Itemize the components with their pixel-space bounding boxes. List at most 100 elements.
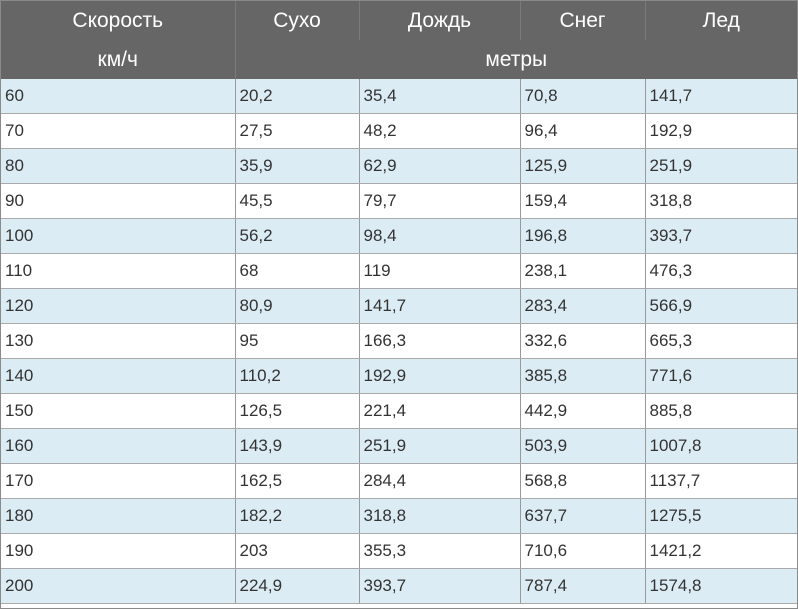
header-rain: Дождь <box>359 1 521 40</box>
speed-cell: 200 <box>1 568 236 604</box>
speed-cell: 160 <box>1 428 236 464</box>
snow-cell: 332,6 <box>520 323 646 359</box>
table-row: 150 126,5 221,4 442,9 885,8 <box>1 393 797 429</box>
dry-cell: 126,5 <box>235 393 360 429</box>
table-row: 140 110,2 192,9 385,8 771,6 <box>1 358 797 394</box>
speed-cell: 90 <box>1 183 236 219</box>
rain-cell: 393,7 <box>359 568 521 604</box>
speed-cell: 100 <box>1 218 236 254</box>
snow-cell: 238,1 <box>520 253 646 289</box>
dry-cell: 224,9 <box>235 568 360 604</box>
ice-cell: 476,3 <box>645 253 797 289</box>
rain-cell: 35,4 <box>359 79 521 114</box>
table-row: 100 56,2 98,4 196,8 393,7 <box>1 218 797 254</box>
snow-cell: 96,4 <box>520 113 646 149</box>
header-ice: Лед <box>645 1 797 40</box>
ice-cell: 1275,5 <box>645 498 797 534</box>
dry-cell: 203 <box>235 533 360 569</box>
snow-cell: 283,4 <box>520 288 646 324</box>
dry-cell: 56,2 <box>235 218 360 254</box>
rain-cell: 62,9 <box>359 148 521 184</box>
rain-cell: 141,7 <box>359 288 521 324</box>
ice-cell: 1007,8 <box>645 428 797 464</box>
dry-cell: 45,5 <box>235 183 360 219</box>
speed-cell: 190 <box>1 533 236 569</box>
ice-cell: 251,9 <box>645 148 797 184</box>
rain-cell: 48,2 <box>359 113 521 149</box>
ice-cell: 1421,2 <box>645 533 797 569</box>
rain-cell: 79,7 <box>359 183 521 219</box>
table-row: 90 45,5 79,7 159,4 318,8 <box>1 183 797 219</box>
speed-cell: 150 <box>1 393 236 429</box>
snow-cell: 568,8 <box>520 463 646 499</box>
braking-distance-table-container: Скорость Сухо Дождь Снег Лед км/ч метры … <box>0 0 798 609</box>
snow-cell: 710,6 <box>520 533 646 569</box>
speed-cell: 130 <box>1 323 236 359</box>
header-unit-speed: км/ч <box>1 40 236 79</box>
table-row: 60 20,2 35,4 70,8 141,7 <box>1 79 797 114</box>
table-row: 200 224,9 393,7 787,4 1574,8 <box>1 568 797 604</box>
speed-cell: 140 <box>1 358 236 394</box>
header-snow: Снег <box>520 1 646 40</box>
snow-cell: 70,8 <box>520 79 646 114</box>
table-body: 60 20,2 35,4 70,8 141,7 70 27,5 48,2 96,4 192,9 80… <box>1 79 797 604</box>
table-row: 110 68 119 238,1 476,3 <box>1 253 797 289</box>
dry-cell: 68 <box>235 253 360 289</box>
snow-cell: 159,4 <box>520 183 646 219</box>
header-row-titles: Скорость Сухо Дождь Снег Лед <box>1 1 797 40</box>
rain-cell: 98,4 <box>359 218 521 254</box>
rain-cell: 284,4 <box>359 463 521 499</box>
header-row-units: км/ч метры <box>1 40 797 79</box>
ice-cell: 885,8 <box>645 393 797 429</box>
dry-cell: 162,5 <box>235 463 360 499</box>
ice-cell: 192,9 <box>645 113 797 149</box>
speed-cell: 80 <box>1 148 236 184</box>
table-row: 80 35,9 62,9 125,9 251,9 <box>1 148 797 184</box>
ice-cell: 141,7 <box>645 79 797 114</box>
header-unit-distance: метры <box>235 40 797 79</box>
snow-cell: 385,8 <box>520 358 646 394</box>
table-row: 160 143,9 251,9 503,9 1007,8 <box>1 428 797 464</box>
header-dry: Сухо <box>235 1 360 40</box>
ice-cell: 393,7 <box>645 218 797 254</box>
ice-cell: 1137,7 <box>645 463 797 499</box>
table-row: 120 80,9 141,7 283,4 566,9 <box>1 288 797 324</box>
rain-cell: 318,8 <box>359 498 521 534</box>
speed-cell: 120 <box>1 288 236 324</box>
dry-cell: 182,2 <box>235 498 360 534</box>
table-row: 170 162,5 284,4 568,8 1137,7 <box>1 463 797 499</box>
ice-cell: 665,3 <box>645 323 797 359</box>
snow-cell: 442,9 <box>520 393 646 429</box>
speed-cell: 110 <box>1 253 236 289</box>
snow-cell: 503,9 <box>520 428 646 464</box>
rain-cell: 192,9 <box>359 358 521 394</box>
header-speed: Скорость <box>1 1 236 40</box>
dry-cell: 20,2 <box>235 79 360 114</box>
speed-cell: 170 <box>1 463 236 499</box>
ice-cell: 318,8 <box>645 183 797 219</box>
dry-cell: 35,9 <box>235 148 360 184</box>
speed-cell: 60 <box>1 79 236 114</box>
table-row: 180 182,2 318,8 637,7 1275,5 <box>1 498 797 534</box>
ice-cell: 566,9 <box>645 288 797 324</box>
dry-cell: 27,5 <box>235 113 360 149</box>
dry-cell: 143,9 <box>235 428 360 464</box>
snow-cell: 637,7 <box>520 498 646 534</box>
rain-cell: 221,4 <box>359 393 521 429</box>
table-row: 130 95 166,3 332,6 665,3 <box>1 323 797 359</box>
rain-cell: 166,3 <box>359 323 521 359</box>
speed-cell: 180 <box>1 498 236 534</box>
snow-cell: 196,8 <box>520 218 646 254</box>
snow-cell: 787,4 <box>520 568 646 604</box>
snow-cell: 125,9 <box>520 148 646 184</box>
table-row: 70 27,5 48,2 96,4 192,9 <box>1 113 797 149</box>
rain-cell: 355,3 <box>359 533 521 569</box>
table-header: Скорость Сухо Дождь Снег Лед км/ч метры <box>1 1 797 79</box>
rain-cell: 119 <box>359 253 521 289</box>
dry-cell: 80,9 <box>235 288 360 324</box>
table-row: 190 203 355,3 710,6 1421,2 <box>1 533 797 569</box>
dry-cell: 95 <box>235 323 360 359</box>
speed-cell: 70 <box>1 113 236 149</box>
braking-distance-table: Скорость Сухо Дождь Снег Лед км/ч метры … <box>1 1 797 604</box>
ice-cell: 771,6 <box>645 358 797 394</box>
